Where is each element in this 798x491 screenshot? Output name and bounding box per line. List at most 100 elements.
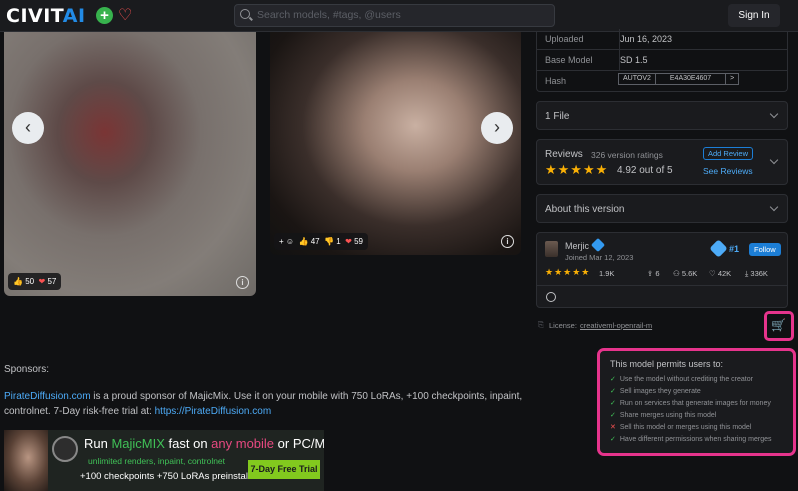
avatar[interactable] (545, 241, 558, 257)
permission-item: ✓ Have different permissions when sharing… (610, 435, 772, 443)
civitai-logo[interactable]: CIVITAI (6, 5, 86, 27)
hash-value[interactable]: E4A30E4607 (656, 74, 727, 84)
free-trial-button[interactable]: 7-Day Free Trial (248, 460, 320, 479)
info-icon[interactable]: i (236, 276, 249, 289)
permission-text: Share merges using this model (619, 412, 717, 419)
image-1-reactions[interactable]: 👍 50 ❤ 57 (8, 273, 62, 290)
row-value: SD 1.5 (619, 50, 648, 71)
hash-copy-button[interactable]: > (726, 74, 738, 84)
files-accordion[interactable]: 1 File (536, 101, 788, 130)
downloads-count: 336K (750, 269, 768, 278)
creator-rank: #1 (729, 244, 740, 254)
banner-fast: fast on (164, 436, 212, 451)
x-icon: ✕ (610, 424, 616, 431)
sponsor-text-1: is a proud sponsor of MajicMix. Use it o… (90, 391, 523, 402)
permission-text: Sell this model or merges using this mod… (619, 424, 752, 431)
banner-any: any mobile (211, 436, 275, 451)
uploads-count: 6 (655, 269, 660, 278)
check-icon: ✓ (610, 376, 616, 383)
rating-score: 4.92 out of 5 (617, 165, 673, 176)
heart-count: 59 (354, 237, 363, 246)
favorites-count: 42K (717, 269, 732, 278)
permission-text: Use the model without crediting the crea… (619, 376, 753, 383)
permissions-popover: This model permits users to: ✓ Use the mo… (597, 348, 796, 456)
search-icon (240, 9, 250, 19)
permission-item: ✓ Use the model without crediting the cre… (610, 375, 753, 383)
check-icon: ✓ (610, 412, 616, 419)
dislike-count: 1 (336, 237, 341, 246)
search-input[interactable]: Search models, #tags, @users (234, 4, 555, 27)
add-review-button[interactable]: Add Review (703, 147, 754, 160)
sign-in-button[interactable]: Sign In (728, 4, 780, 27)
row-key: Uploaded (545, 34, 584, 44)
check-icon: ✓ (610, 436, 616, 443)
rank-badge-icon (709, 239, 728, 258)
files-label: 1 File (545, 111, 570, 122)
license-link[interactable]: creativeml-openrail-m (580, 321, 652, 330)
license-icon: ⎘ (538, 320, 544, 329)
creator-rating-stars: ★★★★★ (545, 267, 591, 277)
banner-majic: MajicMIX (111, 436, 165, 451)
add-reaction-icon[interactable]: + (279, 237, 284, 246)
see-reviews-link[interactable]: See Reviews (703, 166, 753, 176)
gallery-image-2[interactable]: + ☺ 👍 47 👎 1 ❤ 59 i (270, 32, 521, 255)
gallery-image-1[interactable]: 👍 50 ❤ 57 i (4, 32, 256, 296)
permission-text: Have different permissions when sharing … (619, 436, 772, 443)
rating-stars: ★★★★★ (545, 162, 609, 177)
row-key: Base Model (545, 55, 593, 65)
about-version-accordion[interactable]: About this version (536, 194, 788, 223)
chevron-down-icon (769, 202, 779, 212)
sponsors-heading: Sponsors: (4, 364, 50, 375)
permission-item: ✕ Sell this model or merges using this mo… (610, 423, 751, 431)
table-row: Uploaded Jun 16, 2023 (537, 29, 787, 50)
hash-type[interactable]: AUTOV2 (619, 74, 656, 84)
about-version-label: About this version (545, 204, 625, 215)
banner-or: or PC/Mac (277, 436, 324, 451)
create-plus-icon[interactable]: + (96, 7, 113, 24)
row-key: Hash (545, 76, 567, 86)
creator-joined: Joined Mar 12, 2023 (565, 253, 634, 262)
table-row: Base Model SD 1.5 (537, 49, 787, 71)
reviews-title: Reviews (545, 149, 583, 160)
sponsor-text-line2: controlnet. 7-Day risk-free trial at: ht… (4, 404, 534, 420)
banner-headline: Run MajicMIX fast on any mobile or PC/Ma… (84, 436, 324, 451)
chevron-down-icon[interactable] (769, 155, 779, 165)
creator-name[interactable]: Merjic (565, 241, 589, 251)
prev-image-button[interactable]: ‹ (12, 112, 44, 144)
follow-button[interactable]: Follow (749, 243, 781, 256)
no-commercial-cart-icon[interactable]: 🛒 (771, 318, 786, 332)
like-count: 47 (310, 237, 320, 246)
banner-line3: +100 checkpoints +750 LoRAs preinstalled (80, 471, 261, 482)
sponsor-text-2: controlnet. 7-Day risk-free trial at: (4, 406, 155, 417)
ratings-count: 326 version ratings (591, 150, 663, 160)
sponsor-url-link[interactable]: https://PirateDiffusion.com (155, 406, 272, 417)
globe-icon[interactable] (546, 292, 556, 302)
reviews-panel: Reviews 326 version ratings ★★★★★ 4.92 o… (536, 139, 788, 185)
chevron-down-icon (769, 109, 779, 119)
permission-item: ✓ Run on services that generate images fo… (610, 399, 771, 407)
verified-icon (590, 237, 606, 253)
like-count: 50 (25, 277, 35, 286)
heart-count: 57 (47, 277, 57, 286)
check-icon: ✓ (610, 400, 616, 407)
check-icon: ✓ (610, 388, 616, 395)
logo-text: CIVIT (6, 5, 63, 27)
banner-run: Run (84, 436, 112, 451)
info-icon[interactable]: i (501, 235, 514, 248)
row-value: Jun 16, 2023 (619, 29, 672, 50)
sponsor-text: PirateDiffusion.com is a proud sponsor o… (4, 389, 534, 405)
image-2-reactions[interactable]: + ☺ 👍 47 👎 1 ❤ 59 (274, 233, 368, 250)
hash-box[interactable]: AUTOV2 E4A30E4607 > (618, 73, 740, 85)
sponsor-link[interactable]: PirateDiffusion.com (4, 391, 91, 402)
permission-item: ✓ Share merges using this model (610, 411, 716, 419)
sponsor-banner[interactable]: Run MajicMIX fast on any mobile or PC/Ma… (4, 430, 324, 491)
banner-portrait (4, 430, 48, 491)
permission-text: Sell images they generate (619, 388, 701, 395)
logo-ai-text: AI (62, 5, 86, 27)
permission-text: Run on services that generate images for… (619, 400, 771, 407)
heart-icon[interactable]: ♡ (118, 5, 132, 25)
permissions-title: This model permits users to: (610, 359, 724, 369)
followers-count: 5.6K (681, 269, 698, 278)
pirate-logo-icon (52, 436, 78, 462)
next-image-button[interactable]: › (481, 112, 513, 144)
